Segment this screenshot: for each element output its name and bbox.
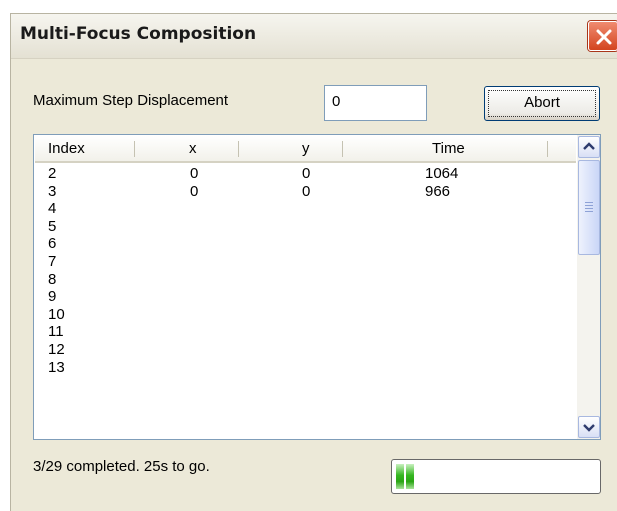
column-divider[interactable] [238,141,239,157]
scroll-up-button[interactable] [578,136,600,158]
chevron-up-icon [583,142,595,150]
progress-bar [391,459,601,494]
cell-index: 6 [48,235,57,253]
cell-index: 4 [48,200,57,218]
cell-x: 0 [190,182,199,200]
progress-block [406,464,414,489]
title-bar[interactable]: Multi-Focus Composition [11,14,617,59]
cell-index: 13 [48,358,65,376]
window-title: Multi-Focus Composition [20,24,257,44]
cell-index: 5 [48,217,57,235]
cell-index: 8 [48,270,57,288]
grip-line [585,202,593,203]
cell-index: 9 [48,288,57,306]
results-list[interactable]: Index x y Time 2 0 0 1064 3 0 0 966 4 5 6 7 8 9 10 11 12… [33,134,601,440]
grip-line [585,208,593,209]
cell-y: 0 [302,182,311,200]
cell-x: 0 [190,165,199,182]
column-divider[interactable] [342,141,343,157]
cell-index: 2 [48,165,57,182]
table-row[interactable]: 8 [35,271,576,289]
multi-focus-dialog: Multi-Focus Composition Maximum Step Dis… [10,13,617,511]
cell-index: 12 [48,340,65,358]
table-row[interactable]: 10 [35,306,576,324]
cell-time: 966 [425,182,451,200]
grip-line [585,211,593,212]
table-row[interactable]: 4 [35,200,576,218]
cell-y: 0 [302,165,311,182]
column-header-x[interactable]: x [189,136,197,161]
cell-index: 10 [48,305,65,323]
table-row[interactable]: 12 [35,341,576,359]
progress-block [396,464,404,489]
table-row[interactable]: 5 [35,218,576,236]
scroll-thumb[interactable] [578,160,600,255]
vertical-scrollbar[interactable] [577,135,600,439]
abort-button[interactable]: Abort [484,86,600,121]
table-row[interactable]: 2 0 0 1064 [35,165,576,183]
table-row[interactable]: 6 [35,235,576,253]
column-divider[interactable] [547,141,548,157]
cell-index: 11 [48,323,64,341]
cell-time: 1064 [425,165,459,182]
table-row[interactable]: 13 [35,359,576,377]
table-row[interactable]: 11 [35,323,576,341]
grip-line [585,205,593,206]
cell-index: 7 [48,252,57,270]
close-button[interactable] [588,21,617,51]
column-header-y[interactable]: y [302,136,310,161]
column-header-time[interactable]: Time [432,136,465,161]
chevron-down-icon [583,424,595,432]
column-divider[interactable] [134,141,135,157]
cell-index: 3 [48,182,57,200]
max-step-input[interactable]: 0 [324,85,427,121]
column-header-index[interactable]: Index [48,136,85,161]
list-header: Index x y Time [35,136,576,163]
status-text: 3/29 completed. 25s to go. [33,458,210,475]
max-step-label: Maximum Step Displacement [33,92,229,109]
table-row[interactable]: 7 [35,253,576,271]
table-row[interactable]: 3 0 0 966 [35,183,576,201]
close-icon [596,29,612,45]
scroll-down-button[interactable] [578,416,600,438]
table-row[interactable]: 9 [35,288,576,306]
list-rows: 2 0 0 1064 3 0 0 966 4 5 6 7 8 9 10 11 12 13 [35,165,576,376]
